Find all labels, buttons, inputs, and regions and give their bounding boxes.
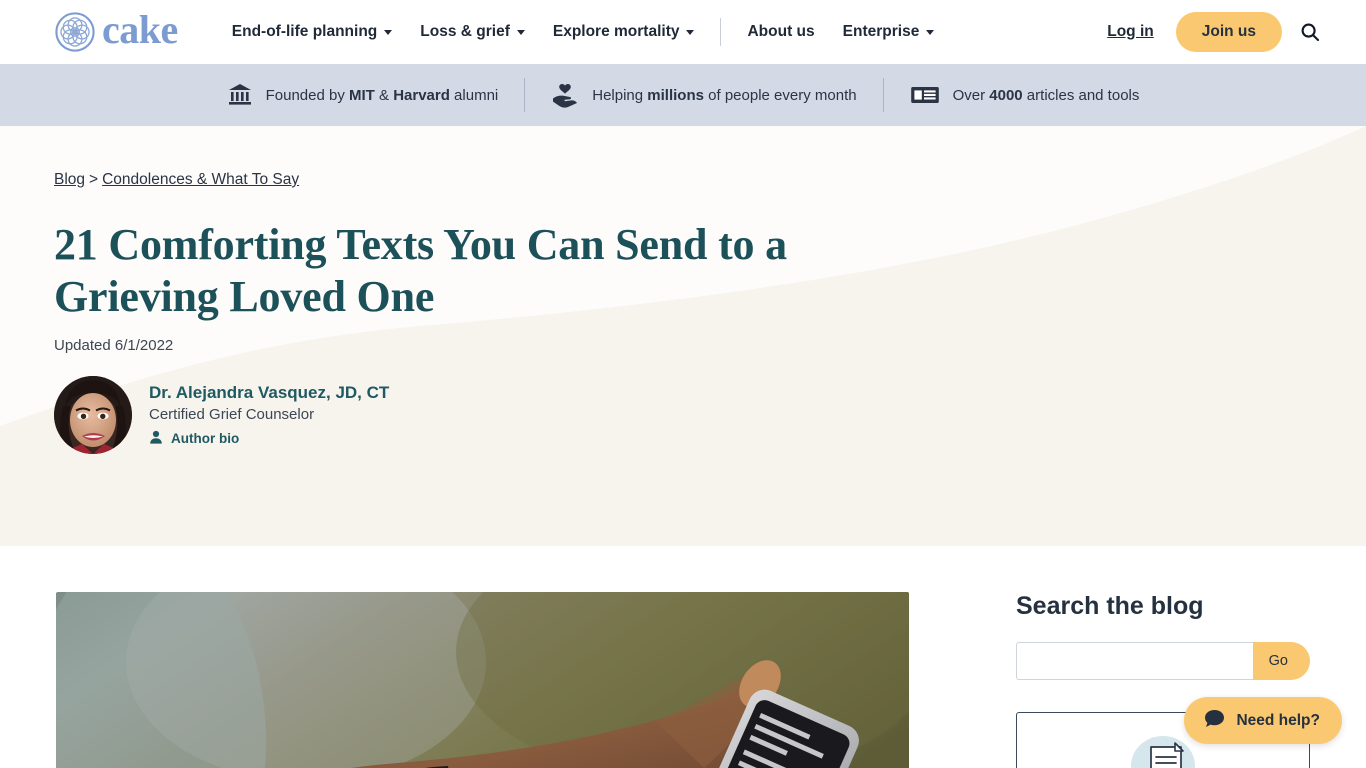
search-go-button[interactable]: Go — [1252, 642, 1310, 680]
breadcrumb: Blog > Condolences & What To Say — [54, 171, 1366, 189]
cake-knot-logo-icon — [54, 11, 96, 53]
nav-separator — [720, 18, 722, 46]
nav-label: Enterprise — [842, 23, 920, 40]
trust-text-post: alumni — [449, 86, 499, 104]
nav-item-enterprise[interactable]: Enterprise — [829, 17, 949, 47]
person-icon — [149, 430, 163, 447]
log-in-link[interactable]: Log in — [1107, 23, 1154, 41]
author-block: Dr. Alejandra Vasquez, JD, CT Certified … — [54, 375, 1366, 454]
search-the-blog-heading: Search the blog — [1016, 592, 1204, 620]
nav-label: End-of-life planning — [231, 23, 378, 40]
site-logo[interactable]: cake — [54, 10, 178, 54]
nav-label: Loss & grief — [420, 23, 510, 40]
nav-item-about-us[interactable]: About us — [733, 17, 828, 47]
nav-item-explore-mortality[interactable]: Explore mortality — [539, 17, 709, 47]
chat-label: Need help? — [1236, 711, 1320, 729]
author-role: Certified Grief Counselor — [149, 405, 315, 423]
chevron-down-icon — [384, 29, 393, 35]
heart-in-hand-icon — [551, 82, 579, 108]
chat-bubble-icon — [1204, 709, 1225, 733]
article-body-area: Search the blog Go — [0, 546, 1366, 768]
trust-text-post: of people every month — [703, 86, 857, 104]
trust-item-helping: Helping millions of people every month — [525, 82, 882, 108]
trust-item-articles: Over 4000 articles and tools — [884, 83, 1166, 107]
article-hero-section: Blog > Condolences & What To Say 21 Comfor… — [0, 126, 1366, 546]
trust-text-mid: & — [374, 86, 394, 104]
nav-actions: Log in Join us — [1107, 12, 1320, 52]
top-navigation-bar: cake End-of-life planning Loss & grief E… — [0, 0, 1366, 64]
trust-text: Founded by MIT & Harvard alumni — [266, 87, 499, 104]
primary-nav-links: End-of-life planning Loss & grief Explor… — [218, 17, 1107, 47]
article-column — [56, 592, 909, 768]
trust-text-bold2: Harvard — [393, 86, 450, 104]
trust-badges-bar: Founded by MIT & Harvard alumni Helping … — [0, 64, 1366, 126]
chevron-down-icon — [686, 29, 695, 35]
trust-text-pre: Founded by — [265, 86, 350, 104]
trust-text: Over 4000 articles and tools — [953, 87, 1140, 104]
author-bio-link[interactable]: Author bio — [149, 430, 389, 447]
nav-item-loss-and-grief[interactable]: Loss & grief — [406, 17, 539, 47]
nav-label: About us — [747, 23, 815, 40]
updated-date: Updated 6/1/2022 — [54, 336, 174, 354]
breadcrumb-separator: > — [89, 171, 99, 188]
join-us-button[interactable]: Join us — [1175, 12, 1282, 52]
trust-text-bold: MIT — [349, 86, 375, 104]
page-title: 21 Comforting Texts You Can Send to a Gr… — [54, 220, 787, 321]
article-hero-image — [56, 592, 909, 768]
trust-text-pre: Helping — [592, 86, 648, 104]
need-help-chat-button[interactable]: Need help? — [1184, 697, 1342, 744]
avatar[interactable] — [54, 375, 132, 454]
trust-text-bold: millions — [647, 86, 704, 104]
author-name[interactable]: Dr. Alejandra Vasquez, JD, CT — [149, 383, 389, 403]
bank-columns-icon — [227, 82, 253, 108]
trust-text-post: articles and tools — [1022, 86, 1140, 104]
trust-text-pre: Over — [952, 86, 990, 104]
nav-label: Explore mortality — [552, 23, 680, 40]
breadcrumb-link-blog[interactable]: Blog — [54, 171, 85, 188]
chevron-down-icon — [926, 29, 935, 35]
chevron-down-icon — [516, 29, 525, 35]
blog-search-form: Go — [1016, 642, 1310, 680]
nav-item-end-of-life-planning[interactable]: End-of-life planning — [218, 17, 407, 47]
trust-text: Helping millions of people every month — [592, 87, 856, 104]
articles-list-icon — [910, 83, 940, 107]
search-icon[interactable] — [1300, 22, 1320, 42]
author-bio-label: Author bio — [171, 430, 240, 446]
breadcrumb-link-category[interactable]: Condolences & What To Say — [102, 171, 299, 188]
search-input[interactable] — [1016, 642, 1253, 680]
trust-item-founders: Founded by MIT & Harvard alumni — [201, 82, 525, 108]
logo-wordmark: cake — [102, 7, 178, 52]
trust-text-bold: 4000 — [989, 86, 1023, 104]
